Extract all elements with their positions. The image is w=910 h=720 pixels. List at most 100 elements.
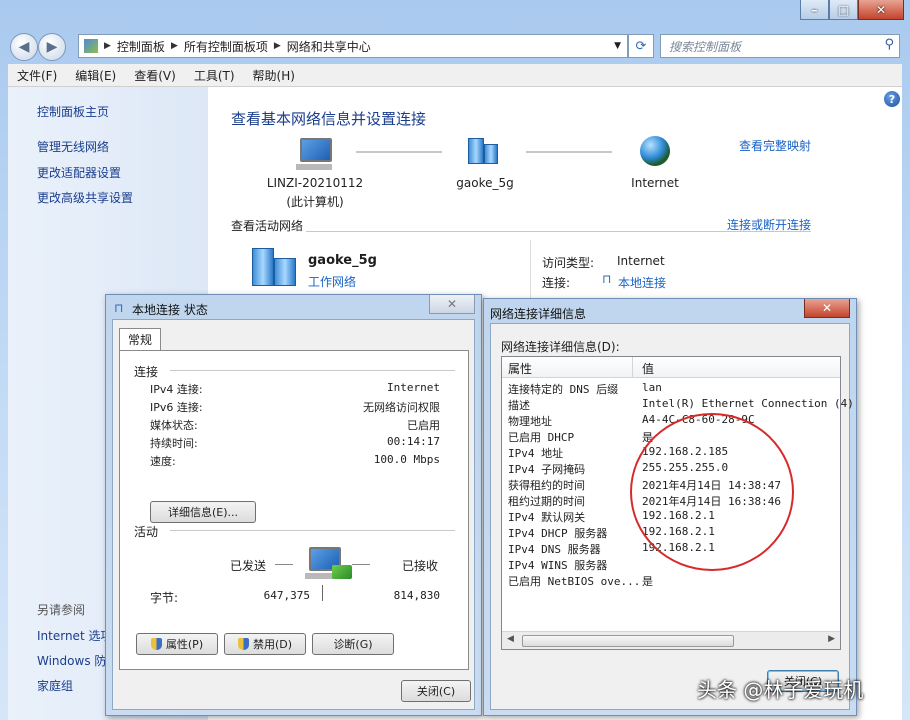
homegroup-link[interactable]: 家庭组 [37, 677, 73, 694]
bytes-sent-value: 647,375 [263, 589, 310, 602]
network-cable-icon [332, 565, 352, 579]
breadcrumb-separator-icon: ▶ [273, 41, 281, 51]
property-cell: 物理地址 [508, 415, 552, 428]
connect-disconnect-link[interactable]: 连接或断开连接 [727, 216, 811, 233]
refresh-icon: ⟳ [635, 38, 647, 54]
control-panel-icon [84, 39, 98, 53]
map-connector-line [526, 151, 612, 153]
received-label: 已接收 [402, 559, 439, 573]
bytes-received-value: 814,830 [393, 589, 440, 602]
value-cell: Intel(R) Ethernet Connection (4) [642, 397, 854, 410]
column-divider [632, 357, 633, 377]
shield-icon [150, 638, 162, 650]
breadcrumb-separator-icon: ▶ [170, 41, 178, 51]
list-item[interactable]: 已启用 NetBIOS ove... 是 [502, 573, 840, 589]
manage-wireless-link[interactable]: 管理无线网络 [37, 138, 109, 155]
search-placeholder: 搜索控制面板 [669, 40, 742, 54]
forward-button[interactable]: ▶ [38, 33, 66, 61]
list-item[interactable]: 描述 Intel(R) Ethernet Connection (4) [502, 397, 854, 413]
diagnose-button[interactable]: 诊断(G) [312, 633, 394, 655]
active-network-name: gaoke_5g [308, 253, 377, 268]
scroll-right-icon[interactable]: ▶ [828, 634, 835, 644]
property-cell: IPv4 WINS 服务器 [508, 559, 608, 572]
listview-header: 属性 值 [502, 357, 840, 378]
maximize-button[interactable]: □ [829, 0, 858, 20]
computer-icon [296, 136, 332, 170]
change-sharing-link[interactable]: 更改高级共享设置 [37, 189, 133, 206]
page-title: 查看基本网络信息并设置连接 [231, 110, 427, 128]
help-icon[interactable]: ? [884, 91, 900, 107]
control-panel-home-link[interactable]: 控制面板主页 [37, 103, 109, 120]
activity-divider [322, 585, 323, 601]
details-list-label: 网络连接详细信息(D): [501, 340, 620, 354]
breadcrumb-separator-icon: ▶ [104, 41, 111, 51]
vertical-divider [530, 240, 531, 300]
internet-globe-icon [640, 136, 670, 166]
search-input[interactable]: 搜索控制面板 ⚲ [660, 34, 900, 58]
column-header-property[interactable]: 属性 [508, 360, 532, 377]
map-connector-line [356, 151, 442, 153]
status-dialog-body: 常规 连接 IPv4 连接: Internet IPv6 连接: 无网络访问权限… [112, 319, 475, 710]
menu-file[interactable]: 文件(F) [8, 67, 66, 84]
status-close-button[interactable]: 关闭(C) [401, 680, 471, 702]
horizontal-scrollbar[interactable]: ◀ ▶ [502, 631, 840, 649]
properties-button[interactable]: 属性(P) [136, 633, 218, 655]
change-adapter-link[interactable]: 更改适配器设置 [37, 164, 121, 181]
highlight-ellipse [630, 413, 794, 571]
local-connection-link[interactable]: 本地连接 [618, 274, 666, 291]
network-type-link[interactable]: 工作网络 [308, 273, 356, 290]
see-also-heading: 另请参阅 [37, 603, 86, 617]
menu-tools[interactable]: 工具(T) [185, 67, 244, 84]
ethernet-icon: ⊓ [114, 301, 124, 315]
close-button[interactable]: ✕ [858, 0, 904, 20]
back-button[interactable]: ◀ [10, 33, 38, 61]
menu-bar: 文件(F) 编辑(E) 查看(V) 工具(T) 帮助(H) [8, 64, 902, 87]
property-cell: IPv4 地址 [508, 447, 564, 460]
breadcrumb-item[interactable]: 网络和共享中心 [287, 38, 371, 55]
address-bar[interactable]: ▶ 控制面板 ▶ 所有控制面板项 ▶ 网络和共享中心 ▼ [78, 34, 628, 58]
duration-label: 持续时间: [150, 437, 198, 450]
bytes-label: 字节: [150, 591, 179, 605]
menu-view[interactable]: 查看(V) [125, 67, 185, 84]
group-divider [170, 530, 455, 531]
map-network-name: gaoke_5g [456, 176, 514, 190]
menu-help[interactable]: 帮助(H) [244, 67, 304, 84]
details-dialog-close-icon[interactable]: ✕ [804, 299, 850, 318]
breadcrumb-item[interactable]: 控制面板 [117, 38, 165, 55]
view-full-map-link[interactable]: 查看完整映射 [739, 137, 811, 154]
shield-icon [237, 638, 249, 650]
property-cell: 描述 [508, 399, 530, 412]
internet-options-link[interactable]: Internet 选项 [37, 627, 112, 644]
tab-general[interactable]: 常规 [119, 328, 162, 350]
minimize-button[interactable]: – [800, 0, 829, 20]
disable-button[interactable]: 禁用(D) [224, 633, 306, 655]
properties-button-label: 属性(P) [165, 638, 204, 651]
scrollbar-thumb[interactable] [522, 635, 734, 647]
details-button[interactable]: 详细信息(E)... [150, 501, 256, 523]
property-cell: IPv4 DHCP 服务器 [508, 527, 608, 540]
property-cell: 租约过期的时间 [508, 495, 585, 508]
map-computer-name: LINZI-20210112 [266, 176, 364, 190]
map-internet-label: Internet [631, 176, 679, 190]
details-dialog-title: 网络连接详细信息 [490, 307, 587, 321]
back-arrow-icon: ◀ [18, 39, 30, 55]
menu-edit[interactable]: 编辑(E) [66, 67, 125, 84]
breadcrumb-item[interactable]: 所有控制面板项 [184, 38, 268, 55]
status-dialog-close-icon[interactable]: ✕ [429, 295, 475, 314]
chevron-down-icon[interactable]: ▼ [614, 41, 621, 51]
map-computer-sub: (此计算机) [286, 195, 344, 209]
access-type-value: Internet [617, 254, 665, 268]
column-header-value[interactable]: 值 [642, 360, 654, 377]
search-icon[interactable]: ⚲ [884, 37, 894, 52]
windows-firewall-link[interactable]: Windows 防 [37, 652, 106, 669]
ethernet-icon: ⊓ [602, 272, 612, 286]
property-cell: 获得租约的时间 [508, 479, 585, 492]
scroll-left-icon[interactable]: ◀ [507, 634, 514, 644]
refresh-button[interactable]: ⟳ [628, 34, 654, 58]
media-state-value: 已启用 [407, 419, 440, 432]
status-dialog-title: 本地连接 状态 [132, 303, 208, 317]
list-item[interactable]: 连接特定的 DNS 后缀 lan [502, 381, 840, 397]
value-cell: 是 [642, 575, 653, 588]
ipv6-connectivity-label: IPv6 连接: [150, 401, 203, 414]
property-cell: 已启用 NetBIOS ove... [508, 575, 641, 588]
